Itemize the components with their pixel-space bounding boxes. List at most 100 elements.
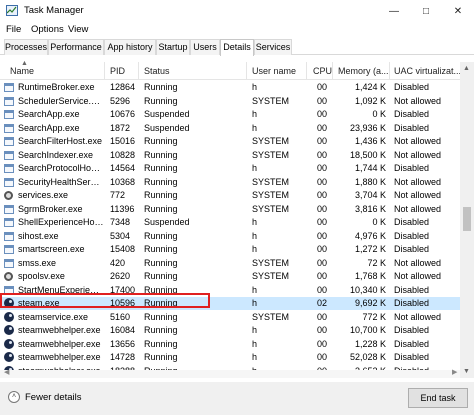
- process-uac: Not allowed: [394, 176, 442, 187]
- app-window-icon: [4, 258, 14, 268]
- process-uac: Disabled: [394, 338, 430, 349]
- table-row[interactable]: SearchFilterHost.exe 15016 Running SYSTEM 00…: [0, 135, 460, 148]
- process-name: SgrmBroker.exe: [18, 203, 83, 214]
- chevron-up-icon[interactable]: ˄: [8, 391, 20, 403]
- process-uac: Disabled: [394, 284, 430, 295]
- column-divider[interactable]: [332, 62, 333, 80]
- gear-icon: [4, 191, 13, 200]
- process-status: Running: [144, 352, 178, 362]
- process-name: SearchFilterHost.exe: [18, 136, 103, 146]
- column-memory[interactable]: Memory (a...: [338, 66, 389, 76]
- process-pid: 13656: [110, 338, 136, 349]
- process-cpu: 00: [316, 109, 327, 119]
- table-row[interactable]: SearchIndexer.exe 10828 Running SYSTEM 00 18,…: [0, 149, 460, 162]
- scrollbar-thumb[interactable]: [463, 207, 471, 231]
- process-user: h: [252, 109, 258, 119]
- table-row[interactable]: spoolsv.exe 2620 Running SYSTEM 00 1,768 K Not…: [0, 270, 460, 283]
- scroll-down-icon[interactable]: ▼: [463, 368, 470, 375]
- process-name: ShellExperienceHost...: [18, 217, 104, 227]
- maximize-button[interactable]: □: [410, 0, 442, 22]
- table-row[interactable]: smartscreen.exe 15408 Running h 00 1,272 K Dis…: [0, 243, 460, 256]
- app-window-icon: [4, 83, 14, 92]
- column-divider[interactable]: [138, 62, 139, 80]
- process-uac: Disabled: [394, 230, 430, 241]
- close-button[interactable]: ✕: [442, 0, 474, 22]
- column-divider[interactable]: [246, 62, 247, 80]
- process-name: RuntimeBroker.exe: [18, 82, 95, 92]
- process-memory: 1,436 K: [354, 136, 386, 146]
- table-row[interactable]: SearchApp.exe 10676 Suspended h 00 0 K Disable…: [0, 108, 460, 121]
- table-row[interactable]: sihost.exe 5304 Running h 00 4,976 K Disabled: [0, 230, 460, 243]
- tab-details[interactable]: Details: [220, 39, 254, 56]
- menu-view[interactable]: View: [68, 24, 88, 35]
- table-row[interactable]: SchedulerService.exe 5296 Running SYSTEM 00 1…: [0, 95, 460, 108]
- tab-performance[interactable]: Performance: [48, 39, 104, 55]
- scroll-up-icon[interactable]: ▲: [463, 65, 470, 72]
- tab-app-history[interactable]: App history: [104, 39, 156, 55]
- scroll-left-icon[interactable]: ◀: [4, 368, 9, 376]
- process-user: SYSTEM: [252, 176, 290, 187]
- column-divider[interactable]: [389, 62, 390, 80]
- process-name: services.exe: [18, 190, 69, 200]
- process-name: SearchIndexer.exe: [18, 149, 94, 160]
- process-memory: 18,500 K: [349, 149, 386, 160]
- process-uac: Not allowed: [394, 95, 442, 106]
- process-memory: 1,424 K: [354, 82, 386, 92]
- process-status: Running: [144, 257, 178, 268]
- end-task-button[interactable]: End task: [408, 388, 468, 408]
- scroll-right-icon[interactable]: ▶: [452, 368, 457, 376]
- table-row[interactable]: ShellExperienceHost... 7348 Suspended h 00 0 …: [0, 216, 460, 229]
- tab-processes[interactable]: Processes: [4, 39, 48, 55]
- table-row[interactable]: steamwebhelper.exe 14728 Running h 00 52,028 …: [0, 351, 460, 364]
- process-status: Suspended: [144, 217, 190, 227]
- process-memory: 772 K: [362, 311, 386, 322]
- process-uac: Disabled: [394, 298, 430, 308]
- process-memory: 10,340 K: [349, 284, 386, 295]
- table-row[interactable]: SgrmBroker.exe 11396 Running SYSTEM 00 3,816 …: [0, 203, 460, 216]
- column-divider[interactable]: [104, 62, 105, 80]
- column-cpu[interactable]: CPU: [313, 66, 332, 76]
- column-divider[interactable]: [306, 62, 307, 80]
- horizontal-scrollbar[interactable]: ◀ ▶: [0, 368, 460, 378]
- column-uac-virtualization[interactable]: UAC virtualizat...: [394, 66, 461, 76]
- vertical-scrollbar[interactable]: ▲ ▼: [460, 62, 474, 378]
- tab-users[interactable]: Users: [190, 39, 220, 55]
- task-manager-icon: [6, 5, 18, 16]
- menu-options[interactable]: Options: [31, 24, 64, 35]
- fewer-details-link[interactable]: Fewer details: [25, 392, 82, 403]
- column-user-name[interactable]: User name: [252, 66, 296, 76]
- process-pid: 2620: [110, 271, 131, 281]
- tab-startup[interactable]: Startup: [156, 39, 190, 55]
- table-row[interactable]: SecurityHealthServic... 10368 Running SYSTE…: [0, 176, 460, 189]
- table-row[interactable]: steamwebhelper.exe 13656 Running h 00 1,228 K…: [0, 338, 460, 351]
- process-name: smartscreen.exe: [18, 244, 85, 254]
- table-row[interactable]: SearchApp.exe 1872 Suspended h 00 23,936 K Dis…: [0, 122, 460, 135]
- process-name: SearchApp.exe: [18, 109, 80, 119]
- process-user: SYSTEM: [252, 149, 290, 160]
- process-user: h: [252, 298, 258, 308]
- app-window-icon: [4, 204, 14, 214]
- process-name: steamservice.exe: [18, 311, 89, 322]
- menu-file[interactable]: File: [6, 24, 21, 35]
- process-user: SYSTEM: [252, 271, 290, 281]
- column-pid[interactable]: PID: [110, 66, 125, 76]
- steam-icon: [4, 311, 14, 322]
- minimize-icon: —: [389, 5, 399, 17]
- window-title: Task Manager: [24, 5, 84, 16]
- app-window-icon: [4, 110, 14, 119]
- table-row[interactable]: SearchProtocolHost... 14564 Running h 00 1,74…: [0, 162, 460, 175]
- minimize-button[interactable]: —: [378, 0, 410, 22]
- table-row[interactable]: RuntimeBroker.exe 12864 Running h 00 1,424 K D…: [0, 81, 460, 94]
- column-status[interactable]: Status: [144, 66, 170, 76]
- process-uac: Not allowed: [394, 203, 442, 214]
- process-user: SYSTEM: [252, 311, 290, 322]
- tab-services[interactable]: Services: [254, 39, 292, 55]
- table-row[interactable]: smss.exe 420 Running SYSTEM 00 72 K Not allowe…: [0, 257, 460, 270]
- table-row[interactable]: services.exe 772 Running SYSTEM 00 3,704 K Not…: [0, 189, 460, 202]
- process-memory: 52,028 K: [349, 352, 386, 362]
- tab-bar: Processes Performance App history Startu…: [0, 38, 474, 56]
- process-pid: 420: [110, 257, 126, 268]
- table-row[interactable]: steamwebhelper.exe 16084 Running h 00 10,700 …: [0, 324, 460, 337]
- table-row[interactable]: steamservice.exe 5160 Running SYSTEM 00 772 K…: [0, 311, 460, 324]
- column-name[interactable]: Name: [10, 66, 34, 76]
